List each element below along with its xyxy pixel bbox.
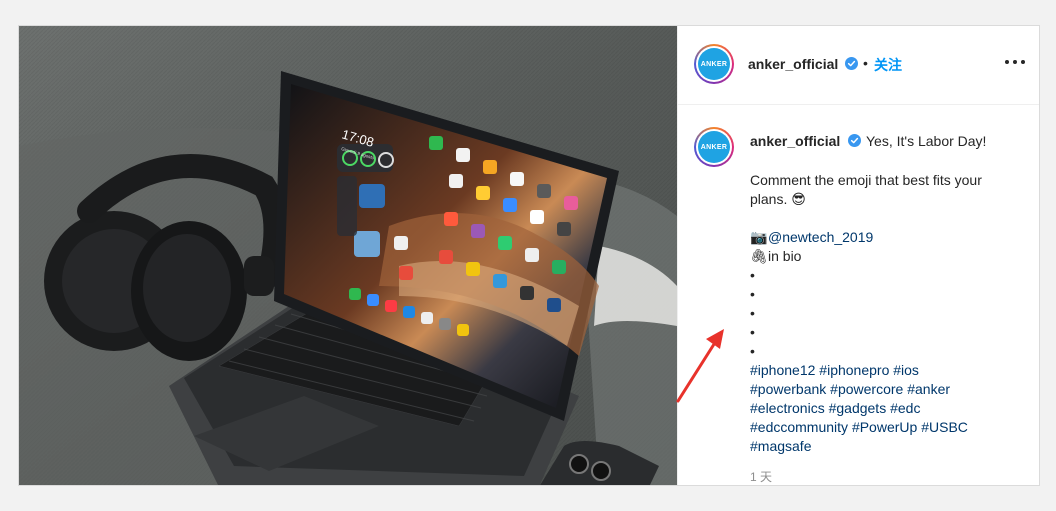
- photo-scene: 17:08 Giovedì 9 agosto: [19, 26, 677, 485]
- hashtag-line: #edccommunity #PowerUp #USBC: [750, 418, 1020, 437]
- anker-logo: ANKER: [698, 48, 730, 80]
- hashtag-link[interactable]: #iphonepro: [819, 362, 889, 378]
- bio-line: 🖇in bio: [750, 247, 1020, 266]
- post-card: 17:08 Giovedì 9 agosto ANKER anker_offic…: [18, 25, 1040, 486]
- follow-button[interactable]: 关注: [874, 55, 902, 75]
- bullet: •: [750, 324, 755, 340]
- hashtag-line: #magsafe: [750, 437, 1020, 456]
- anker-logo: ANKER: [698, 131, 730, 163]
- separator-dot: •: [863, 55, 868, 71]
- camera-icon: 📷: [750, 229, 768, 245]
- bullet: •: [750, 305, 755, 321]
- caption-body: Comment the emoji that best fits your pl…: [750, 171, 1020, 456]
- hashtag-link[interactable]: #powerbank: [750, 381, 826, 397]
- hashtag-link[interactable]: #anker: [907, 381, 950, 397]
- credit-line: 📷@newtech_2019: [750, 228, 1020, 247]
- bullet: •: [750, 267, 755, 283]
- hashtag-link[interactable]: #gadgets: [829, 400, 887, 416]
- caption-first-line: Yes, It's Labor Day!: [866, 133, 987, 149]
- post-header: ANKER anker_official • 关注: [678, 26, 1039, 105]
- hashtag-link[interactable]: #edc: [890, 400, 920, 416]
- caption-text: Comment the emoji that best fits your pl…: [750, 172, 982, 207]
- post-sidebar: ANKER anker_official • 关注 ANKER anker_of…: [677, 26, 1039, 485]
- post-timestamp[interactable]: 1 天: [750, 468, 772, 485]
- hashtag-link[interactable]: #USBC: [921, 419, 968, 435]
- hashtag-line: #powerbank #powercore #anker: [750, 380, 1020, 399]
- hashtag-link[interactable]: #edccommunity: [750, 419, 848, 435]
- bullet: •: [750, 286, 755, 302]
- caption-avatar[interactable]: ANKER: [694, 127, 734, 167]
- hashtag-link[interactable]: #electronics: [750, 400, 825, 416]
- hashtag-link[interactable]: #ios: [893, 362, 919, 378]
- more-options-icon[interactable]: [1005, 54, 1025, 70]
- hashtag-line: #electronics #gadgets #edc: [750, 399, 1020, 418]
- caption-username[interactable]: anker_official: [750, 133, 840, 149]
- post-photo[interactable]: 17:08 Giovedì 9 agosto: [19, 26, 677, 485]
- annotation-arrow-icon: [676, 329, 724, 403]
- verified-badge-icon: [848, 134, 861, 147]
- paperclip-icon: 🖇: [750, 248, 768, 264]
- mention-link[interactable]: @newtech_2019: [768, 229, 873, 245]
- hashtag-link[interactable]: #iphone12: [750, 362, 815, 378]
- hashtag-link[interactable]: #PowerUp: [852, 419, 917, 435]
- author-avatar[interactable]: ANKER: [694, 44, 734, 84]
- hashtag-link[interactable]: #powercore: [830, 381, 903, 397]
- hashtag-link[interactable]: #magsafe: [750, 438, 811, 454]
- hashtag-line: #iphone12 #iphonepro #ios: [750, 361, 1020, 380]
- bullet: •: [750, 343, 755, 359]
- bio-text: in bio: [768, 248, 802, 264]
- verified-badge-icon: [845, 57, 858, 70]
- author-username[interactable]: anker_official: [748, 56, 838, 72]
